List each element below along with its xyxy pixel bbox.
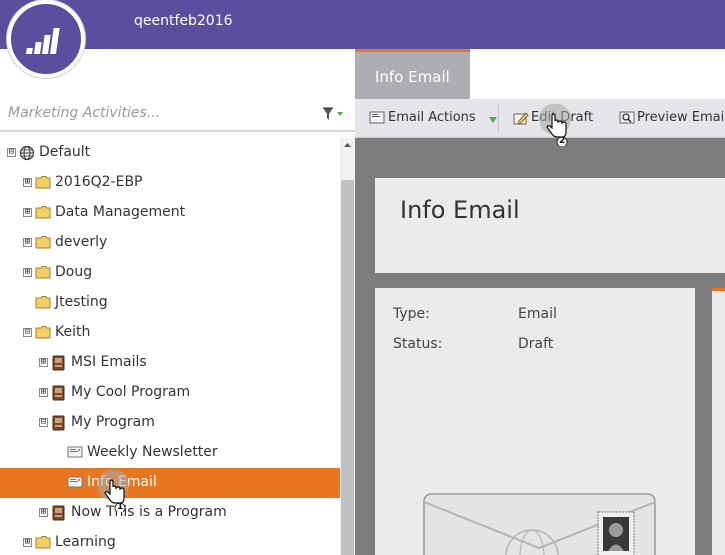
program-icon xyxy=(51,385,67,401)
collapse-icon[interactable]: ⊟ xyxy=(23,328,32,337)
folder-icon xyxy=(35,265,51,279)
side-card xyxy=(712,288,725,555)
status-label: Status: xyxy=(393,336,443,352)
tree-item-label: deverly xyxy=(55,234,108,250)
scrollbar-thumb[interactable] xyxy=(341,180,354,555)
marketo-logo-icon[interactable] xyxy=(7,0,85,78)
tree-item-weekly-newsletter[interactable]: Weekly Newsletter xyxy=(0,438,340,468)
folder-icon xyxy=(35,535,51,549)
instance-name: qeentfeb2016 xyxy=(134,13,233,29)
type-value: Email xyxy=(518,306,557,322)
page-title: Info Email xyxy=(400,196,520,224)
main-content: Info Email Type: Email Status: Draft xyxy=(355,138,725,555)
tree-item-label: Default xyxy=(39,144,91,160)
folder-icon xyxy=(35,175,51,189)
email-actions-button[interactable]: Email Actions xyxy=(369,99,499,137)
edit-draft-button[interactable]: Edit Draft xyxy=(513,99,608,137)
tree-item-default[interactable]: ⊟ Default xyxy=(0,138,340,168)
expand-icon[interactable]: ⊞ xyxy=(39,508,48,517)
expand-icon[interactable]: ⊞ xyxy=(23,178,32,187)
tree-item-label: 2016Q2-EBP xyxy=(55,174,143,190)
scroll-up-arrow-icon[interactable] xyxy=(340,138,355,154)
expand-icon[interactable]: ⊞ xyxy=(39,358,48,367)
tab-bar: Info Email xyxy=(355,49,725,99)
program-icon xyxy=(51,505,67,521)
tree-item-label: Data Management xyxy=(55,204,186,220)
email-icon xyxy=(67,475,83,489)
tree-item-label: Now This is a Program xyxy=(71,504,227,520)
tree-item-now-this-is-a-program[interactable]: ⊞ Now This is a Program xyxy=(0,498,340,528)
edit-draft-label: Edit Draft xyxy=(531,110,594,125)
email-actions-label: Email Actions xyxy=(388,110,476,125)
tree-item-info-email[interactable]: Info Email xyxy=(0,468,340,498)
expand-icon[interactable]: ⊞ xyxy=(23,238,32,247)
expand-icon[interactable]: ⊞ xyxy=(23,208,32,217)
dropdown-arrow-icon xyxy=(489,113,497,128)
search-input[interactable]: Marketing Activities... xyxy=(8,105,160,121)
program-icon xyxy=(51,355,67,371)
tree-item-label: Keith xyxy=(55,324,91,340)
tree-item-keith[interactable]: ⊟ Keith xyxy=(0,318,340,348)
tree-scrollbar[interactable] xyxy=(340,138,355,555)
title-card: Info Email xyxy=(375,178,725,273)
tree-item-doug[interactable]: ⊞ Doug xyxy=(0,258,340,288)
tree-item-my-program[interactable]: ⊟ My Program xyxy=(0,408,340,438)
filter-icon[interactable] xyxy=(321,106,349,122)
tree-search-bar: Marketing Activities... xyxy=(0,96,355,132)
tree-item-deverly[interactable]: ⊞ deverly xyxy=(0,228,340,258)
tree-item-label: MSI Emails xyxy=(71,354,147,370)
info-card: Type: Email Status: Draft xyxy=(375,288,695,555)
tab-label: Info Email xyxy=(375,68,450,86)
expand-icon[interactable]: ⊞ xyxy=(39,388,48,397)
folder-icon xyxy=(35,325,51,339)
tree-item-my-cool-program[interactable]: ⊞ My Cool Program xyxy=(0,378,340,408)
tree-item-learning[interactable]: ⊞ Learning xyxy=(0,528,340,555)
tree-item-label: Info Email xyxy=(87,474,157,490)
folder-icon xyxy=(35,235,51,249)
program-icon xyxy=(51,415,67,431)
status-value: Draft xyxy=(518,336,554,352)
tree-item-label: Doug xyxy=(55,264,93,280)
preview-email-label: Preview Email xyxy=(637,110,725,125)
preview-email-button[interactable]: Preview Email xyxy=(619,99,725,137)
tree-item-label: My Program xyxy=(71,414,155,430)
magnifier-icon xyxy=(619,111,635,129)
toolbar-divider xyxy=(498,103,499,133)
tree-item-label: My Cool Program xyxy=(71,384,191,400)
expand-icon[interactable]: ⊞ xyxy=(23,268,32,277)
tree-item-msi-emails[interactable]: ⊞ MSI Emails xyxy=(0,348,340,378)
folder-icon xyxy=(35,295,51,309)
collapse-icon[interactable]: ⊟ xyxy=(39,418,48,427)
globe-icon xyxy=(19,145,35,161)
tree-item-data-management[interactable]: ⊞ Data Management xyxy=(0,198,340,228)
marketing-activities-tree: ⊟ Default ⊞ 2016Q2-EBP ⊞ Data Management… xyxy=(0,138,340,555)
expand-icon[interactable]: ⊞ xyxy=(23,538,32,547)
email-actions-icon xyxy=(369,111,385,128)
email-icon xyxy=(67,445,83,459)
tree-item-label: Weekly Newsletter xyxy=(87,444,218,460)
email-toolbar: Email Actions Edit Draft Preview Email xyxy=(355,99,725,138)
tree-item-label: Learning xyxy=(55,534,116,550)
collapse-icon[interactable]: ⊟ xyxy=(7,148,16,157)
email-envelope-icon xyxy=(422,488,657,555)
pencil-icon xyxy=(513,111,529,129)
tree-item-2016q2-ebp[interactable]: ⊞ 2016Q2-EBP xyxy=(0,168,340,198)
folder-icon xyxy=(35,205,51,219)
tree-item-jtesting[interactable]: Jtesting xyxy=(0,288,340,318)
top-header: qeentfeb2016 xyxy=(0,0,725,49)
type-label: Type: xyxy=(393,306,430,322)
app-window: qeentfeb2016 Marketing Activities... ⊟ D… xyxy=(0,0,725,555)
tab-info-email[interactable]: Info Email xyxy=(355,49,470,99)
tree-item-label: Jtesting xyxy=(55,294,108,310)
